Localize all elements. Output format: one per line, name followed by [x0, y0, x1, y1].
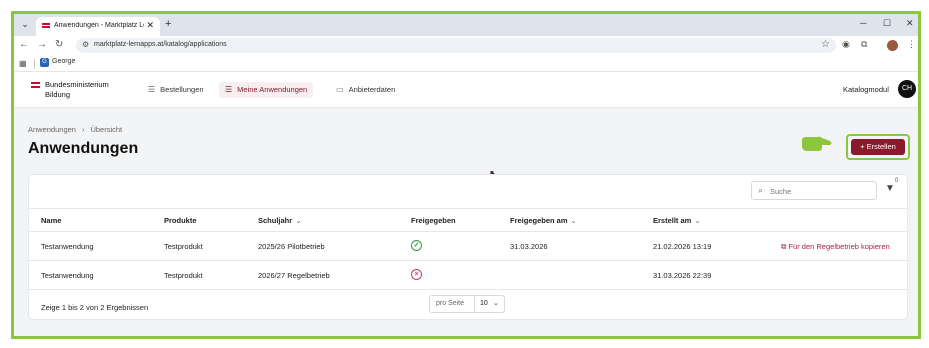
cell-name: Testanwendung — [41, 271, 94, 280]
copy-to-regular-link[interactable]: ⧉ Für den Regelbetrieb kopieren — [781, 242, 890, 252]
per-page-value: 10 — [480, 300, 488, 307]
col-schuljahr[interactable]: Schuljahr ⌄ — [258, 216, 301, 225]
nav-bestellungen[interactable]: ☰ Bestellungen — [142, 82, 210, 98]
col-erstellt-am[interactable]: Erstellt am ⌄ — [653, 216, 701, 225]
chevron-down-icon: ⌄ — [694, 216, 701, 225]
search-icon: ⌕ — [758, 185, 764, 195]
browser-tab[interactable]: Anwendungen - Marktplatz Le ✕ — [36, 17, 160, 36]
url-bar[interactable]: ⚙ marktplatz-lernapps.at/katalog/applica… — [76, 38, 836, 53]
browser-menu-icon[interactable]: ⋮ — [907, 39, 916, 50]
per-page-select[interactable]: pro Seite 10 ⌄ — [429, 295, 505, 313]
chevron-down-icon: ⌄ — [493, 300, 499, 307]
address-bar-row: ← → ↻ ⚙ marktplatz-lernapps.at/katalog/a… — [14, 36, 918, 55]
apps-grid-icon[interactable]: ▦ — [19, 59, 27, 68]
extensions-puzzle-icon[interactable]: ⧉ — [861, 39, 867, 50]
cell-erstellt-am: 21.02.2026 13:19 — [653, 242, 712, 251]
ministry-logo[interactable]: Bundesministerium Bildung — [31, 80, 141, 102]
back-icon[interactable]: ← — [19, 39, 29, 50]
maximize-icon[interactable]: ☐ — [883, 18, 891, 29]
briefcase-icon: ▭ — [336, 85, 344, 94]
url-text: marktplatz-lernapps.at/katalog/applicati… — [94, 41, 227, 48]
browser-tab-bar: ⌄ Anwendungen - Marktplatz Le ✕ + ─ ☐ ✕ — [14, 14, 918, 36]
bookmark-star-icon[interactable]: ☆ — [821, 39, 830, 50]
cell-schuljahr: 2026/27 Regelbetrieb — [258, 271, 330, 280]
col-produkte: Produkte — [164, 216, 197, 225]
col-label: Schuljahr — [258, 216, 293, 225]
table-row[interactable]: Testanwendung Testprodukt 2026/27 Regelb… — [29, 261, 907, 290]
table-header: Name Produkte Schuljahr ⌄ Freigegeben Fre… — [29, 208, 907, 232]
forward-icon[interactable]: → — [37, 39, 47, 50]
tab-search-icon[interactable]: ⌄ — [18, 17, 32, 31]
cell-product: Testprodukt — [164, 271, 203, 280]
breadcrumb-current: Übersicht — [90, 125, 123, 134]
search-field[interactable]: ⌕ — [751, 181, 877, 200]
pointing-hand-icon — [802, 136, 832, 151]
chevron-right-icon: › — [81, 125, 85, 134]
nav-label: Bestellungen — [160, 85, 204, 94]
breadcrumb-anwendungen[interactable]: Anwendungen — [28, 125, 76, 134]
col-name: Name — [41, 216, 62, 225]
col-freigegeben: Freigegeben — [411, 216, 456, 225]
chevron-down-icon: ⌄ — [295, 216, 302, 225]
austria-flag-icon — [31, 82, 40, 89]
per-page-label: pro Seite — [436, 300, 465, 307]
nav-anbieterdaten[interactable]: ▭ Anbieterdaten — [330, 82, 401, 98]
filter-icon[interactable]: ▼ — [885, 183, 895, 194]
site-info-icon[interactable]: ⚙ — [82, 40, 89, 49]
cell-name: Testanwendung — [41, 242, 94, 251]
cell-product: Testprodukt — [164, 242, 203, 251]
table-row[interactable]: Testanwendung Testprodukt 2025/26 Pilotb… — [29, 232, 907, 261]
reload-icon[interactable]: ↻ — [55, 39, 63, 50]
nav-meine-anwendungen[interactable]: ☰ Meine Anwendungen — [219, 82, 314, 98]
not-approved-x-icon: × — [411, 269, 422, 280]
per-page-divider — [474, 296, 475, 312]
filter-count-badge: 0 — [895, 178, 899, 184]
chevron-down-icon: ⌄ — [570, 216, 577, 225]
nav-label: Anbieterdaten — [348, 85, 396, 94]
logo-line-1: Bundesministerium — [45, 80, 109, 89]
copy-link-label: Für den Regelbetrieb kopieren — [788, 242, 890, 251]
nav-label: Meine Anwendungen — [237, 85, 308, 94]
list-icon: ☰ — [225, 85, 233, 94]
col-label: Erstellt am — [653, 216, 692, 225]
cell-freigegeben-am: 31.03.2026 — [510, 242, 548, 251]
close-window-icon[interactable]: ✕ — [906, 18, 914, 29]
austria-flag-icon — [42, 22, 50, 29]
close-tab-icon[interactable]: ✕ — [146, 20, 154, 31]
bookmark-label: George — [52, 58, 76, 65]
extension-icon[interactable]: ◉ — [842, 39, 850, 50]
cell-schuljahr: 2025/26 Pilotbetrieb — [258, 242, 325, 251]
col-label: Freigegeben am — [510, 216, 568, 225]
search-input[interactable] — [770, 185, 870, 197]
list-icon: ☰ — [148, 85, 156, 94]
create-button[interactable]: + Erstellen — [851, 139, 905, 155]
results-summary: Zeige 1 bis 2 von 2 Ergebnissen — [41, 303, 149, 312]
katalog-module-label[interactable]: Katalogmodul — [843, 85, 889, 94]
new-tab-icon[interactable]: + — [165, 18, 171, 30]
app-header: Bundesministerium Bildung ☰ Bestellungen … — [14, 72, 918, 108]
page-title: Anwendungen — [28, 140, 139, 157]
tab-title: Anwendungen - Marktplatz Le — [54, 22, 144, 29]
approved-check-icon: ✓ — [411, 240, 422, 251]
user-avatar[interactable]: CH — [898, 80, 916, 98]
minimize-icon[interactable]: ─ — [860, 18, 866, 28]
logo-line-2: Bildung — [45, 90, 71, 99]
bookmark-divider — [34, 59, 35, 69]
bookmarks-bar: ▦ G George — [14, 55, 918, 72]
bookmark-george[interactable]: G George — [40, 58, 75, 67]
profile-avatar[interactable] — [887, 40, 898, 51]
create-button-highlight: + Erstellen — [846, 134, 910, 160]
col-freigegeben-am[interactable]: Freigegeben am ⌄ — [510, 216, 577, 225]
breadcrumb: Anwendungen › Übersicht — [28, 125, 122, 134]
screenshot-frame: ⌄ Anwendungen - Marktplatz Le ✕ + ─ ☐ ✕ … — [11, 11, 921, 339]
george-icon: G — [40, 58, 49, 67]
applications-card: ⌕ ▼ 0 Name Produkte Schuljahr⌄ Freigegeb… — [28, 174, 908, 320]
cell-erstellt-am: 31.03.2026 22:39 — [653, 271, 712, 280]
